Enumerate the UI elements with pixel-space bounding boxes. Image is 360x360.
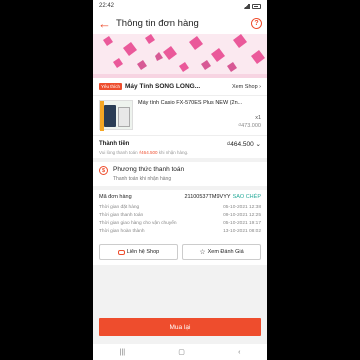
order-card: Yêu thích Máy Tính SONG LONG... Xem Shop… — [93, 78, 267, 158]
order-number-label: Mã đơn hàng — [99, 194, 132, 200]
contact-shop-label: Liên hệ Shop — [126, 249, 160, 255]
product-info: Máy tính Casio FX-570ES Plus NEW (2n... … — [138, 100, 261, 131]
banner-art — [93, 34, 267, 78]
buy-again-button[interactable]: Mua lại — [99, 318, 261, 336]
home-icon[interactable]: ▢ — [178, 348, 185, 356]
view-shop-link[interactable]: Xem Shop › — [232, 84, 261, 90]
favorite-badge: Yêu thích — [99, 83, 123, 90]
view-review-label: Xem Đánh Giá — [207, 249, 244, 255]
payment-method: Thanh toán khi nhận hàng — [113, 176, 172, 182]
detail-label: Thời gian hoàn thành — [99, 228, 145, 234]
payment-note: Vui lòng thanh toán ₫464.500 khi nhận hà… — [99, 150, 261, 155]
detail-label: Thời gian thanh toán — [99, 212, 144, 218]
detail-label: Thời gian giao hàng cho vận chuyển — [99, 220, 177, 226]
order-details: Mã đơn hàng 21100537TM9VYY SAO CHÉP Thời … — [93, 190, 267, 239]
detail-row: Thời gian giao hàng cho vận chuyển 05-10… — [99, 219, 261, 227]
payment-section: $ Phương thức thanh toán Thanh toán khi … — [93, 162, 267, 186]
payment-note-prefix: Vui lòng thanh toán — [99, 150, 139, 155]
chat-icon — [117, 249, 125, 255]
detail-row: Thời gian thanh toán 09-10-2021 12:25 — [99, 211, 261, 219]
product-quantity: x1 — [255, 115, 261, 121]
page-title: Thông tin đơn hàng — [116, 17, 199, 29]
shop-row[interactable]: Yêu thích Máy Tính SONG LONG... Xem Shop… — [93, 78, 267, 96]
total-row[interactable]: Thành tiền ₫464.500 ⌄ Vui lòng thanh toá… — [93, 136, 267, 158]
status-time: 22:42 — [99, 3, 115, 9]
status-icons — [242, 3, 261, 9]
signal-icon — [242, 3, 250, 9]
action-buttons: Liên hệ Shop ☆ Xem Đánh Giá — [93, 239, 267, 265]
payment-title: Phương thức thanh toán — [113, 166, 185, 173]
detail-value: 05-10-2021 19:17 — [223, 220, 261, 226]
detail-value: 09-10-2021 12:25 — [223, 212, 261, 218]
dollar-icon: $ — [99, 166, 108, 175]
copy-button[interactable]: SAO CHÉP — [233, 194, 261, 200]
total-line: Thành tiền ₫464.500 ⌄ — [99, 140, 261, 148]
order-number-row: Mã đơn hàng 21100537TM9VYY SAO CHÉP — [99, 194, 261, 200]
order-number: 21100537TM9VYY — [184, 194, 231, 200]
battery-icon — [252, 3, 261, 9]
calculator-graphic — [104, 105, 116, 127]
product-name: Máy tính Casio FX-570ES Plus NEW (2n... — [138, 100, 243, 106]
contact-shop-button[interactable]: Liên hệ Shop — [99, 244, 178, 260]
detail-label: Thời gian đặt hàng — [99, 204, 140, 210]
product-row[interactable]: Máy tính Casio FX-570ES Plus NEW (2n... … — [93, 96, 267, 136]
detail-row: Thời gian hoàn thành 13-10-2021 08:02 — [99, 227, 261, 235]
view-review-button[interactable]: ☆ Xem Đánh Giá — [182, 244, 261, 260]
total-label: Thành tiền — [99, 141, 130, 147]
system-nav-bar: ||| ▢ ‹ — [93, 344, 267, 360]
detail-row: Thời gian đặt hàng 05-10-2021 12:38 — [99, 203, 261, 211]
detail-value: 13-10-2021 08:02 — [223, 228, 261, 234]
payment-note-amount: ₫464.500 — [138, 150, 158, 155]
top-header: ← Thông tin đơn hàng ? — [93, 12, 267, 34]
payment-note-suffix: khi nhận hàng. — [157, 150, 189, 155]
shop-name: Máy Tính SONG LONG... — [125, 83, 201, 90]
product-price: ₫473.000 — [238, 123, 261, 129]
phone-screen: 22:42 ← Thông tin đơn hàng ? Yêu thích M… — [93, 0, 267, 360]
detail-value: 05-10-2021 12:38 — [223, 204, 261, 210]
order-number-group: 21100537TM9VYY SAO CHÉP — [184, 194, 261, 200]
recents-icon[interactable]: ||| — [120, 349, 125, 356]
question-icon[interactable]: ? — [251, 17, 262, 29]
total-value: ₫464.500 ⌄ — [226, 141, 261, 148]
payment-body: Phương thức thanh toán Thanh toán khi nh… — [113, 166, 184, 182]
calculator-box-graphic — [118, 107, 130, 127]
promo-banner[interactable] — [93, 34, 267, 78]
back-nav-icon[interactable]: ‹ — [238, 349, 240, 356]
status-bar: 22:42 — [93, 0, 267, 12]
star-icon: ☆ — [199, 248, 206, 256]
arrow-left-icon[interactable]: ← — [98, 17, 112, 30]
product-image — [99, 100, 133, 131]
